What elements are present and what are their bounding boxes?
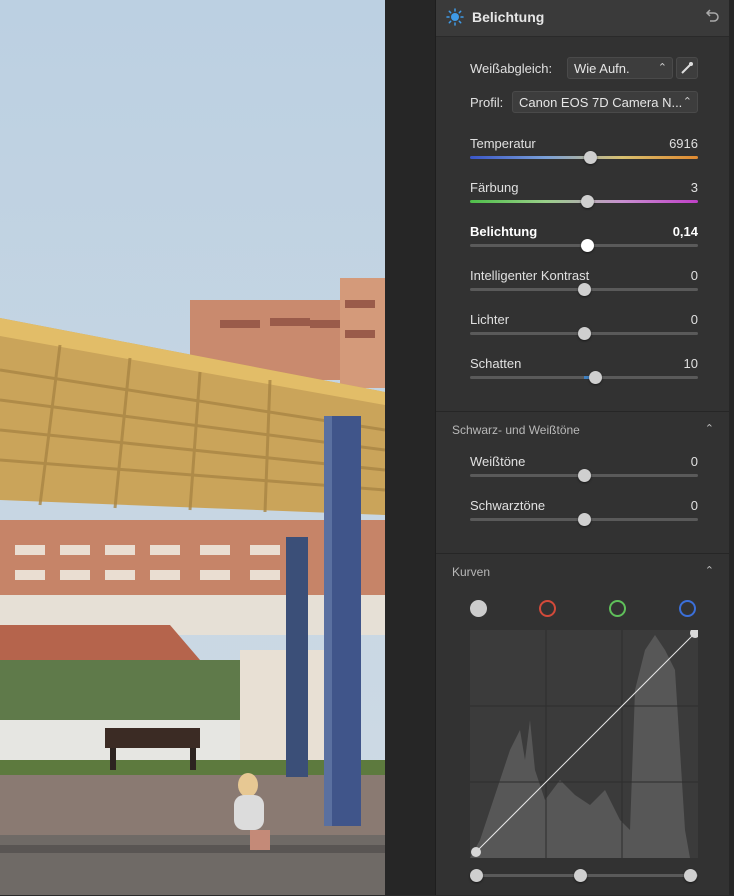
panel-title: Belichtung <box>472 9 545 25</box>
slider-value[interactable]: 3 <box>691 180 698 195</box>
slider-value[interactable]: 0 <box>691 498 698 513</box>
slider-schwarztöne[interactable]: Schwarztöne 0 <box>470 498 698 532</box>
slider-value[interactable]: 0,14 <box>673 224 698 239</box>
chevron-up-icon[interactable]: ⌃ <box>705 564 714 577</box>
reset-icon[interactable] <box>704 8 720 24</box>
profile-select[interactable]: Canon EOS 7D Camera N... ⌃ <box>512 91 698 113</box>
channel-blue-button[interactable] <box>679 600 696 617</box>
white-balance-label: Weißabgleich: <box>470 61 553 76</box>
slider-knob[interactable] <box>578 283 591 296</box>
range-knob-white[interactable] <box>684 869 697 882</box>
photo-preview[interactable] <box>0 0 385 895</box>
slider-knob[interactable] <box>578 513 591 526</box>
eyedropper-icon <box>681 62 693 74</box>
slider-weißtöne[interactable]: Weißtöne 0 <box>470 454 698 488</box>
profile-label: Profil: <box>470 95 504 110</box>
slider-belichtung[interactable]: Belichtung 0,14 <box>470 224 698 258</box>
chevron-up-icon[interactable]: ⌃ <box>705 422 714 435</box>
panel-gutter <box>385 0 435 895</box>
curve-range-slider[interactable] <box>470 860 698 885</box>
slider-value[interactable]: 6916 <box>669 136 698 151</box>
channel-rgb-button[interactable] <box>470 600 487 617</box>
channel-red-button[interactable] <box>539 600 556 617</box>
slider-temperatur[interactable]: Temperatur 6916 <box>470 136 698 170</box>
slider-knob[interactable] <box>578 327 591 340</box>
eyedropper-button[interactable] <box>676 57 698 79</box>
section-title: Kurven <box>452 565 491 579</box>
slider-value[interactable]: 10 <box>684 356 698 371</box>
curve-point-black[interactable] <box>471 847 481 857</box>
slider-value[interactable]: 0 <box>691 312 698 327</box>
slider-knob[interactable] <box>589 371 603 384</box>
slider-knob[interactable] <box>583 151 597 164</box>
panel-header[interactable]: Belichtung <box>436 0 730 37</box>
slider-label: Intelligenter Kontrast <box>470 268 590 283</box>
histogram <box>470 630 698 858</box>
profile-value: Canon EOS 7D Camera N... <box>519 95 683 110</box>
slider-value[interactable]: 0 <box>691 454 698 469</box>
white-balance-select[interactable]: Wie Aufn. ⌃ <box>567 57 673 79</box>
slider-intelligenter-kontrast[interactable]: Intelligenter Kontrast 0 <box>470 268 698 302</box>
slider-schatten[interactable]: Schatten 10 <box>470 356 698 390</box>
range-knob-mid[interactable] <box>574 869 587 882</box>
sun-icon <box>446 8 464 26</box>
slider-lichter[interactable]: Lichter 0 <box>470 312 698 346</box>
section-title: Schwarz- und Weißtöne <box>452 423 580 437</box>
scrollbar[interactable] <box>729 0 734 895</box>
slider-label: Lichter <box>470 312 510 327</box>
slider-label: Temperatur <box>470 136 536 151</box>
chevron-updown-icon: ⌃ <box>682 96 692 108</box>
slider-label: Schatten <box>470 356 522 371</box>
range-knob-black[interactable] <box>470 869 483 882</box>
white-balance-value: Wie Aufn. <box>574 61 630 76</box>
slider-label: Färbung <box>470 180 519 195</box>
slider-knob[interactable] <box>581 195 595 208</box>
slider-knob[interactable] <box>578 469 591 482</box>
tone-curve-graph[interactable] <box>470 630 698 858</box>
adjustments-panel: Belichtung Weißabgleich: Wie Aufn. ⌃ Pro… <box>435 0 730 895</box>
slider-knob[interactable] <box>581 239 595 252</box>
channel-green-button[interactable] <box>609 600 626 617</box>
slider-label: Weißtöne <box>470 454 526 469</box>
slider-label: Schwarztöne <box>470 498 546 513</box>
slider-label: Belichtung <box>470 224 538 239</box>
photo-image <box>0 0 385 895</box>
chevron-updown-icon: ⌃ <box>657 62 667 74</box>
slider-value[interactable]: 0 <box>691 268 698 283</box>
slider-färbung[interactable]: Färbung 3 <box>470 180 698 214</box>
